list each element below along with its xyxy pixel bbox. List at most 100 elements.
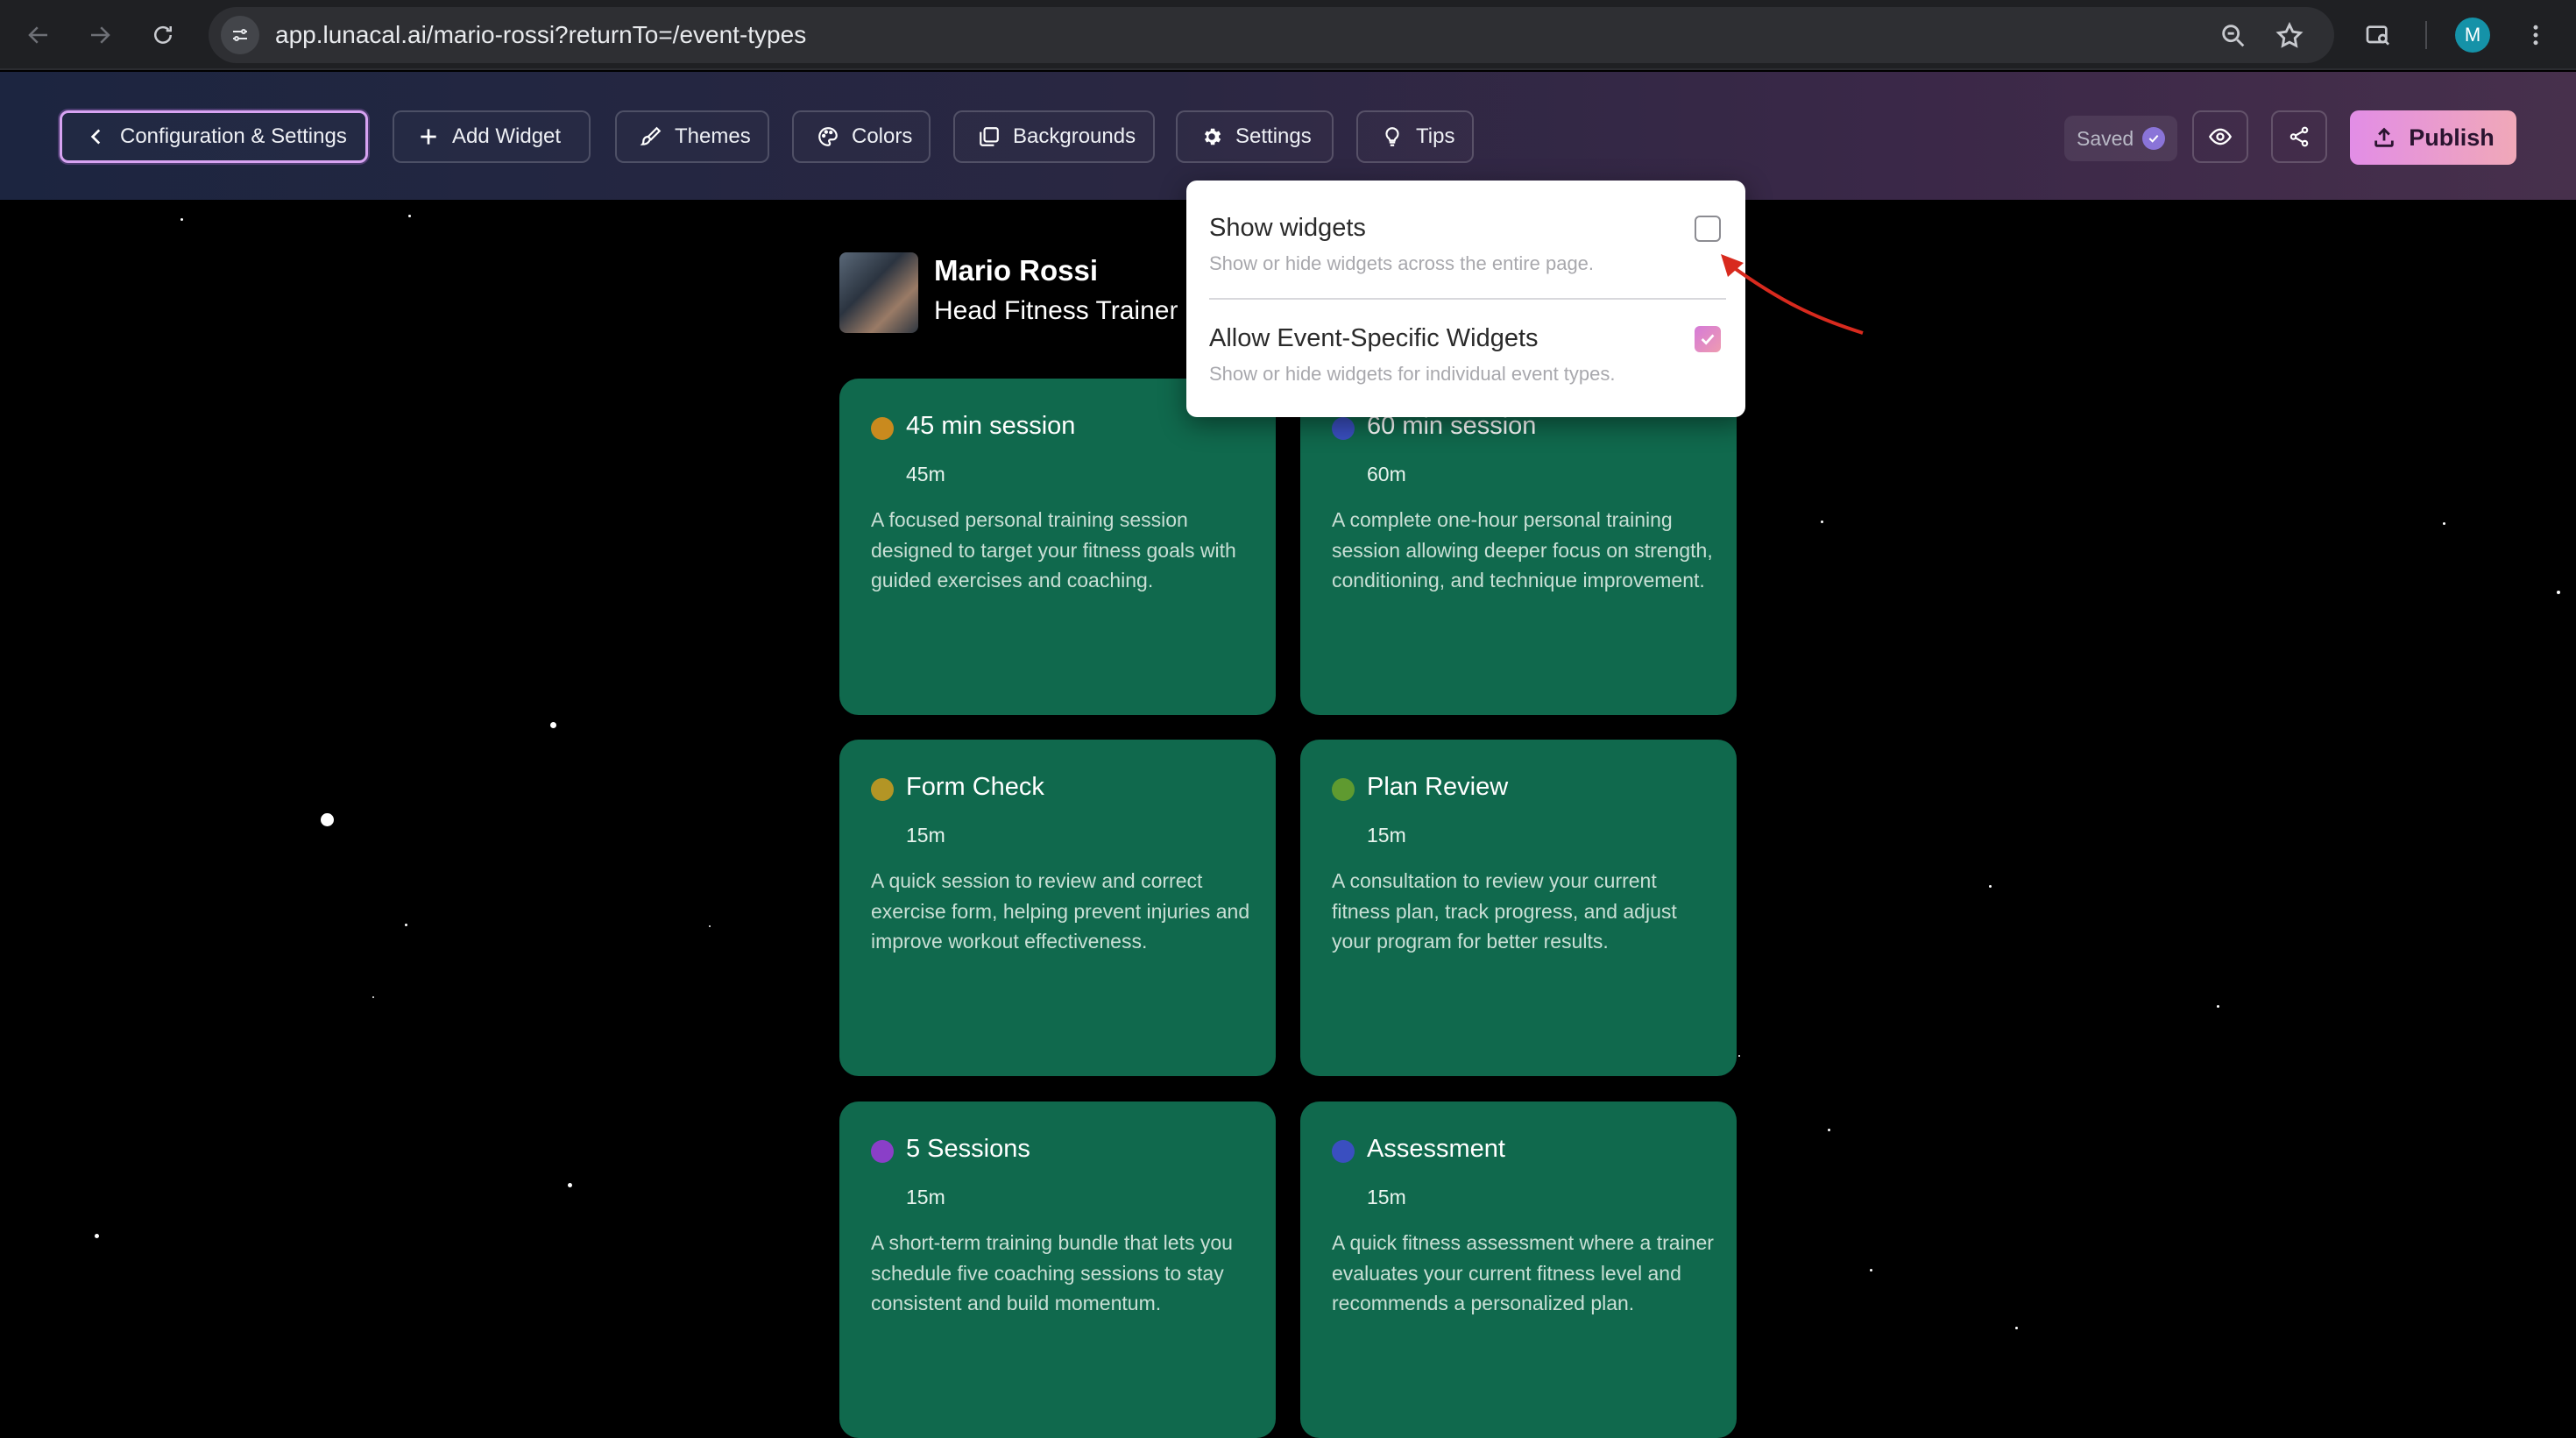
star <box>1989 885 1992 888</box>
star <box>1828 1129 1830 1131</box>
event-card[interactable]: 5 Sessions 15m A short-term training bun… <box>839 1102 1276 1438</box>
popover-divider <box>1209 298 1726 300</box>
reload-icon <box>154 25 172 44</box>
event-title: Assessment <box>1367 1135 1505 1163</box>
event-description: A quick fitness assessment where a train… <box>1332 1231 1714 1314</box>
star <box>550 722 556 728</box>
show-widgets-description: Show or hide widgets across the entire p… <box>1209 252 1595 274</box>
profile-title: Head Fitness Trainer <box>934 296 1178 325</box>
browser-profile-avatar[interactable]: M <box>2455 18 2490 53</box>
star <box>95 1234 99 1238</box>
reload-button[interactable] <box>144 16 182 54</box>
event-duration: 45m <box>906 463 945 485</box>
saved-status-badge: Saved <box>2064 116 2178 161</box>
zoom-icon[interactable] <box>2219 21 2248 51</box>
event-color-dot <box>871 778 894 801</box>
star <box>568 1183 572 1187</box>
event-description: A focused personal training session desi… <box>871 508 1236 591</box>
add-widget-button[interactable]: Add Widget <box>393 110 591 163</box>
event-card[interactable]: 60 min session 60m A complete one-hour p… <box>1300 379 1737 715</box>
address-bar[interactable]: app.lunacal.ai/mario-rossi?returnTo=/eve… <box>209 7 2334 63</box>
publish-label: Publish <box>2409 124 2495 151</box>
add-widget-label: Add Widget <box>452 124 562 148</box>
forward-button[interactable] <box>81 16 119 54</box>
themes-label: Themes <box>675 124 751 148</box>
arrow-right-icon <box>91 26 110 44</box>
configuration-settings-button[interactable]: Configuration & Settings <box>60 110 368 163</box>
widget-settings-popover: Show widgets Show or hide widgets across… <box>1186 181 1745 417</box>
event-card[interactable]: Assessment 15m A quick fitness assessmen… <box>1300 1102 1737 1438</box>
star-icon[interactable] <box>2275 21 2304 51</box>
event-card[interactable]: 45 min session 45m A focused personal tr… <box>839 379 1276 715</box>
event-color-dot <box>1332 1140 1355 1163</box>
show-widgets-checkbox[interactable] <box>1695 216 1721 242</box>
configuration-settings-label: Configuration & Settings <box>120 124 347 148</box>
event-description: A quick session to review and correct ex… <box>871 869 1250 953</box>
toolbar-divider <box>2425 21 2427 49</box>
profile-name: Mario Rossi <box>934 254 1099 287</box>
brush-icon <box>640 126 662 145</box>
star <box>408 215 411 217</box>
settings-label: Settings <box>1235 124 1312 148</box>
colors-label: Colors <box>852 124 913 148</box>
event-duration: 60m <box>1367 463 1406 485</box>
event-color-dot <box>1332 417 1355 440</box>
event-title: 5 Sessions <box>906 1135 1030 1163</box>
palette-icon <box>818 127 838 146</box>
show-widgets-label: Show widgets <box>1209 214 1366 242</box>
preview-button[interactable] <box>2192 110 2248 163</box>
tips-button[interactable]: Tips <box>1356 110 1474 163</box>
tips-label: Tips <box>1416 124 1455 148</box>
check-icon <box>2142 127 2166 150</box>
star <box>2443 522 2445 525</box>
event-description: A short-term training bundle that lets y… <box>871 1231 1233 1314</box>
event-color-dot <box>1332 778 1355 801</box>
event-specific-widgets-label: Allow Event-Specific Widgets <box>1209 324 1539 352</box>
saved-label: Saved <box>2077 126 2134 150</box>
star <box>1821 521 1823 523</box>
event-color-dot <box>871 417 894 440</box>
layers-icon <box>980 127 999 146</box>
chevron-left-icon <box>90 129 101 145</box>
star <box>2217 1005 2219 1008</box>
gear-icon <box>1204 128 1221 145</box>
star <box>180 218 183 221</box>
profile-avatar <box>839 252 918 333</box>
event-card[interactable]: Form Check 15m A quick session to review… <box>839 740 1276 1076</box>
event-duration: 15m <box>1367 824 1406 847</box>
event-title: Plan Review <box>1367 773 1509 801</box>
event-duration: 15m <box>906 824 945 847</box>
event-description: A consultation to review your current fi… <box>1332 869 1677 953</box>
star <box>405 924 407 926</box>
star <box>2557 591 2560 594</box>
backgrounds-button[interactable]: Backgrounds <box>953 110 1155 163</box>
colors-button[interactable]: Colors <box>792 110 931 163</box>
backgrounds-label: Backgrounds <box>1013 124 1136 148</box>
browser-toolbar: app.lunacal.ai/mario-rossi?returnTo=/eve… <box>0 0 2576 70</box>
tab-search-icon[interactable] <box>2359 16 2397 54</box>
url-text[interactable]: app.lunacal.ai/mario-rossi?returnTo=/eve… <box>275 21 806 49</box>
lightbulb-icon <box>1385 127 1399 146</box>
themes-button[interactable]: Themes <box>615 110 769 163</box>
publish-button[interactable]: Publish <box>2350 110 2516 165</box>
event-title: 45 min session <box>906 412 1076 440</box>
event-duration: 15m <box>1367 1186 1406 1208</box>
star <box>709 925 711 927</box>
kebab-menu-icon[interactable] <box>2516 16 2555 54</box>
share-button[interactable] <box>2271 110 2327 163</box>
star <box>1870 1269 1872 1272</box>
annotation-arrow <box>1721 254 1864 335</box>
event-color-dot <box>871 1140 894 1163</box>
event-description: A complete one-hour personal training se… <box>1332 508 1713 591</box>
event-specific-widgets-description: Show or hide widgets for individual even… <box>1209 363 1616 385</box>
event-card[interactable]: Plan Review 15m A consultation to review… <box>1300 740 1737 1076</box>
upload-icon <box>2374 127 2394 147</box>
settings-button[interactable]: Settings <box>1176 110 1334 163</box>
event-title: Form Check <box>906 773 1044 801</box>
star <box>372 996 374 998</box>
tune-icon[interactable] <box>221 16 259 54</box>
back-button[interactable] <box>19 16 58 54</box>
share-icon <box>2289 126 2309 147</box>
star <box>2015 1327 2018 1329</box>
star <box>1738 1055 1740 1057</box>
